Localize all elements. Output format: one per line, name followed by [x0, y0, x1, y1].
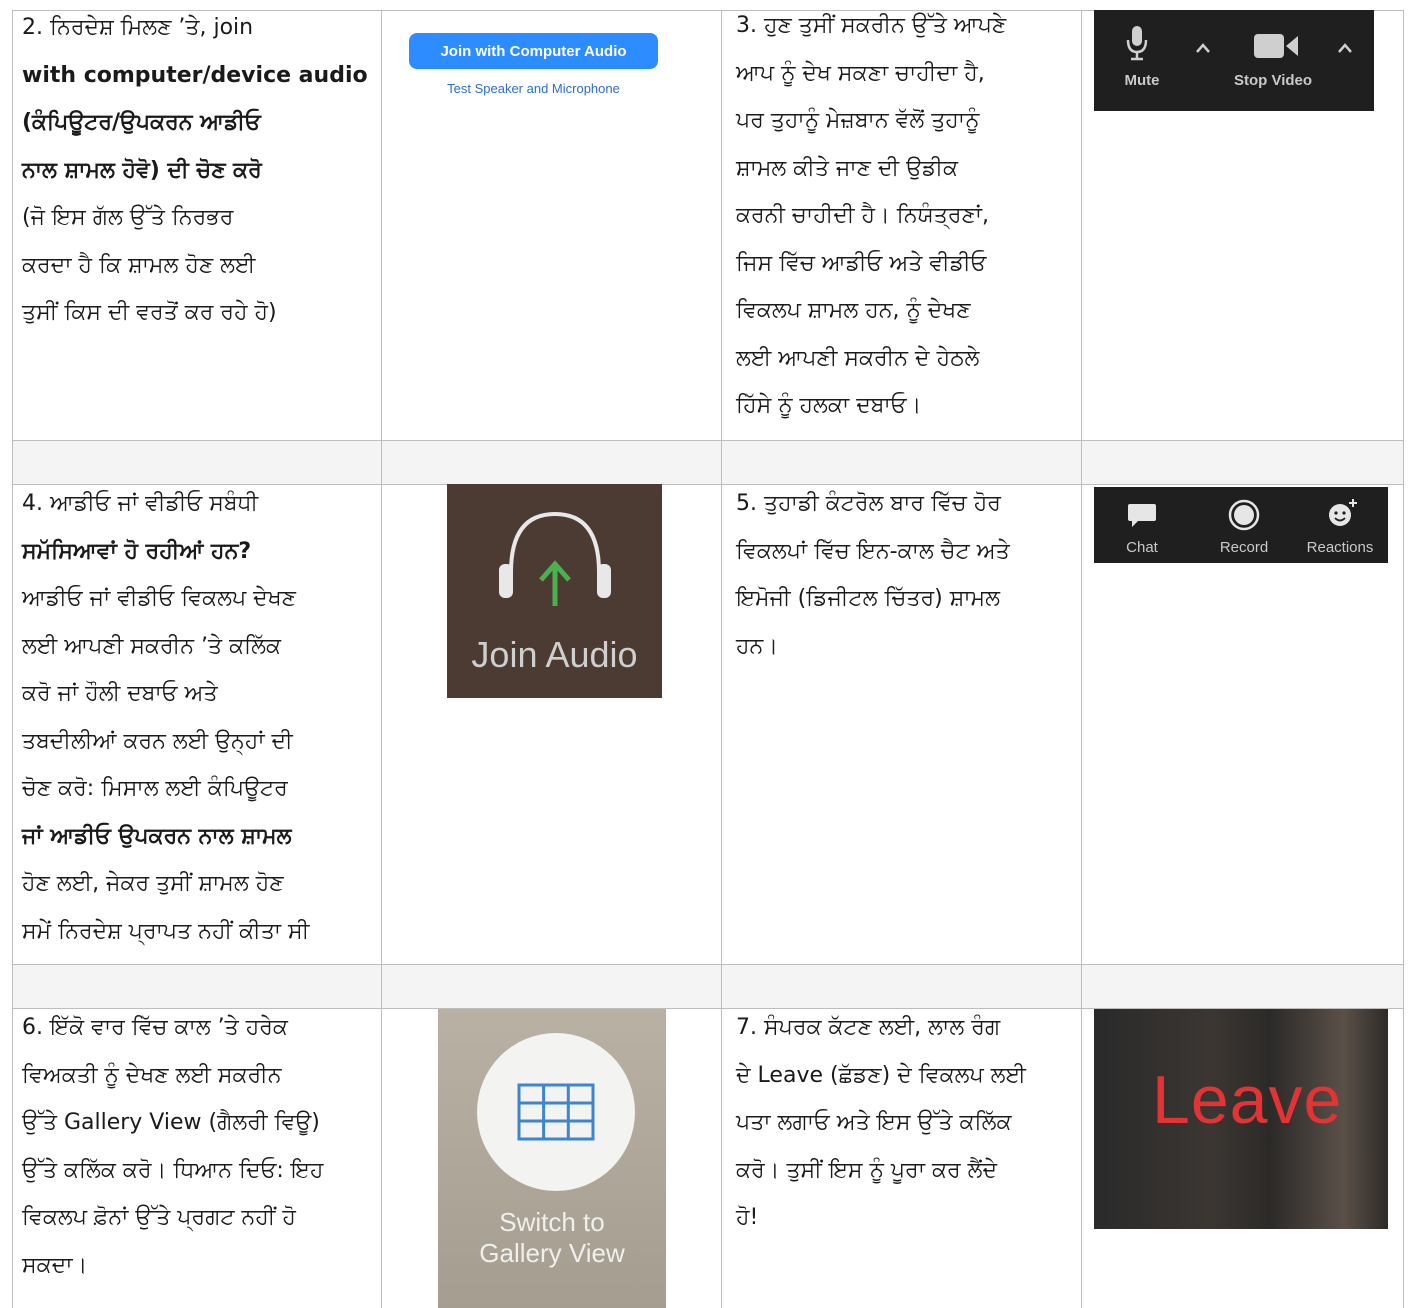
chevron-up-icon[interactable]	[1336, 42, 1354, 54]
record-button[interactable]: Record	[1204, 539, 1284, 556]
step-3-line: ਲਈ ਆਪਣੀ ਸਕਰੀਨ ਦੇ ਹੇਠਲੇ	[736, 345, 980, 371]
step-6-line: ਵਿਕਲਪ ਫ਼ੋਨਾਂ ਉੱਤੇ ਪ੍ਰਗਟ ਨਹੀਂ ਹੋ	[22, 1205, 296, 1230]
step-2-line: ਨਾਲ ਸ਼ਾਮਲ ਹੋਵੋ) ਦੀ ਚੋਣ ਕਰੋ	[22, 157, 262, 183]
step-2-line: ਤੁਸੀਂ ਕਿਸ ਦੀ ਵਰਤੋਂ ਕਰ ਰਹੇ ਹੋ)	[22, 300, 277, 325]
step-4-line: ਤਬਦੀਲੀਆਂ ਕਰਨ ਲਈ ਉਨ੍ਹਾਂ ਦੀ	[22, 728, 293, 754]
reactions-button[interactable]: Reactions	[1294, 539, 1386, 556]
stop-video-button[interactable]: Stop Video	[1218, 72, 1328, 89]
join-audio-image: Join Audio	[447, 484, 662, 698]
step-4-line: ਹੋਣ ਲਈ, ਜੇਕਰ ਤੁਸੀਂ ਸ਼ਾਮਲ ਹੋਣ	[22, 871, 284, 896]
step-3-line: ਕਰਨੀ ਚਾਹੀਦੀ ਹੈ। ਨਿਯੰਤ੍ਰਣਾਂ,	[736, 203, 990, 228]
table-spacer-row	[12, 440, 1404, 484]
chevron-up-icon[interactable]	[1194, 42, 1212, 54]
step-3-line: 3. ਹੁਣ ਤੁਸੀਂ ਸਕਰੀਨ ਉੱਤੇ ਆਪਣੇ	[736, 13, 1007, 38]
headphones-icon[interactable]	[493, 502, 617, 612]
step-3-line: ਪਰ ਤੁਹਾਨੂੰ ਮੇਜ਼ਬਾਨ ਵੱਲੋਂ ਤੁਹਾਨੂੰ	[736, 108, 980, 133]
table-border	[721, 10, 722, 1308]
step-3-line: ਆਪ ਨੂੰ ਦੇਖ ਸਕਣਾ ਚਾਹੀਦਾ ਹੈ,	[736, 60, 985, 86]
step-6-line: ਉੱਤੇ ਕਲਿੱਕ ਕਰੋ। ਧਿਆਨ ਦਿਓ: ਇਹ	[22, 1157, 324, 1183]
step-6-text: 6. ਇੱਕੋ ਵਾਰ ਵਿੱਚ ਕਾਲ ’ਤੇ ਹਰੇਕ ਵਿਅਕਤੀ ਨੂੰ…	[22, 1004, 323, 1289]
step-2-line: with computer/device audio	[22, 62, 368, 88]
join-computer-audio-button[interactable]: Join with Computer Audio	[409, 33, 658, 69]
step-4-line: ਜਾਂ ਆਡੀਓ ਉਪਕਰਨ ਨਾਲ ਸ਼ਾਮਲ	[22, 823, 292, 849]
controls-bar-image: Chat Record Reactions	[1094, 487, 1388, 563]
step-6-line: 6. ਇੱਕੋ ਵਾਰ ਵਿੱਚ ਕਾਲ ’ਤੇ ਹਰੇਕ	[22, 1015, 288, 1040]
step-3-line: ਹਿੱਸੇ ਨੂੰ ਹਲਕਾ ਦਬਾਓ।	[736, 393, 922, 418]
step-7-line: ਪਤਾ ਲਗਾਓ ਅਤੇ ਇਸ ਉੱਤੇ ਕਲਿੱਕ	[736, 1110, 1012, 1135]
video-camera-icon[interactable]	[1252, 32, 1300, 60]
step-2-line: 2. ਨਿਰਦੇਸ਼ ਮਿਲਣ ’ਤੇ, join	[22, 15, 254, 40]
record-icon[interactable]	[1227, 498, 1261, 532]
table-border	[381, 10, 382, 1308]
table-spacer-row	[12, 964, 1404, 1008]
table-border	[12, 964, 1404, 965]
mute-video-bar-image: Mute Stop Video	[1094, 10, 1374, 111]
step-6-line: ਵਿਅਕਤੀ ਨੂੰ ਦੇਖਣ ਲਈ ਸਕਰੀਨ	[22, 1062, 282, 1088]
test-speaker-link[interactable]: Test Speaker and Microphone	[409, 81, 658, 96]
step-7-line: ਹੋ!	[736, 1205, 759, 1230]
step-4-line: ਚੋਣ ਕਰੋ: ਮਿਸਾਲ ਲਈ ਕੰਪਿਊਟਰ	[22, 776, 288, 801]
join-audio-label[interactable]: Join Audio	[447, 634, 662, 676]
reactions-icon[interactable]	[1326, 497, 1360, 529]
step-6-line: ਉੱਤੇ Gallery View (ਗੈਲਰੀ ਵਿਊ)	[22, 1110, 320, 1135]
step-3-line: ਵਿਕਲਪ ਸ਼ਾਮਲ ਹਨ, ਨੂੰ ਦੇਖਣ	[736, 298, 971, 323]
microphone-icon[interactable]	[1124, 24, 1150, 64]
table-border	[12, 10, 13, 1308]
table-border	[1081, 10, 1082, 1308]
step-4-line: ਸਮੇਂ ਨਿਰਦੇਸ਼ ਪ੍ਰਾਪਤ ਨਹੀਂ ਕੀਤਾ ਸੀ	[22, 918, 310, 944]
instruction-table: 2. ਨਿਰਦੇਸ਼ ਮਿਲਣ ’ਤੇ, join with computer/…	[0, 0, 1412, 1308]
step-5-text: 5. ਤੁਹਾਡੀ ਕੰਟਰੋਲ ਬਾਰ ਵਿੱਚ ਹੋਰ ਵਿਕਲਪਾਂ ਵਿ…	[736, 480, 1010, 670]
step-4-line: 4. ਆਡੀਓ ਜਾਂ ਵੀਡੀਓ ਸਬੰਧੀ	[22, 491, 259, 516]
step-4-line: ਲਈ ਆਪਣੀ ਸਕਰੀਨ ’ਤੇ ਕਲਿੱਕ	[22, 633, 282, 659]
step-2-line: ਕਰਦਾ ਹੈ ਕਿ ਸ਼ਾਮਲ ਹੋਣ ਲਈ	[22, 252, 256, 278]
chat-icon[interactable]	[1126, 501, 1158, 529]
table-border	[1403, 10, 1404, 1308]
table-border	[12, 440, 1404, 441]
step-7-text: 7. ਸੰਪਰਕ ਕੱਟਣ ਲਈ, ਲਾਲ ਰੰਗ ਦੇ Leave (ਛੱਡਣ…	[736, 1004, 1026, 1242]
step-7-line: 7. ਸੰਪਰਕ ਕੱਟਣ ਲਈ, ਲਾਲ ਰੰਗ	[736, 1015, 1001, 1040]
leave-image: Leave	[1094, 1009, 1388, 1229]
step-3-line: ਜਿਸ ਵਿੱਚ ਆਡੀਓ ਅਤੇ ਵੀਡੀਓ	[736, 250, 987, 276]
step-4-line: ਸਮੱਸਿਆਵਾਂ ਹੋ ਰਹੀਆਂ ਹਨ?	[22, 538, 252, 564]
join-computer-audio-image: Join with Computer Audio Test Speaker an…	[409, 33, 658, 103]
grid-icon	[517, 1083, 595, 1141]
mute-button[interactable]: Mute	[1102, 72, 1182, 89]
step-3-line: ਸ਼ਾਮਲ ਕੀਤੇ ਜਾਣ ਦੀ ਉਡੀਕ	[736, 155, 958, 181]
chat-button[interactable]: Chat	[1110, 539, 1174, 556]
step-3-text: 3. ਹੁਣ ਤੁਸੀਂ ਸਕਰੀਨ ਉੱਤੇ ਆਪਣੇ ਆਪ ਨੂੰ ਦੇਖ …	[736, 2, 1006, 430]
gallery-button[interactable]	[477, 1033, 635, 1191]
leave-button[interactable]: Leave	[1152, 1061, 1342, 1139]
step-5-line: 5. ਤੁਹਾਡੀ ਕੰਟਰੋਲ ਬਾਰ ਵਿੱਚ ਹੋਰ	[736, 491, 1001, 516]
step-7-line: ਦੇ Leave (ਛੱਡਣ) ਦੇ ਵਿਕਲਪ ਲਈ	[736, 1062, 1026, 1088]
step-6-line: ਸਕਦਾ।	[22, 1252, 88, 1278]
step-5-line: ਇਮੋਜੀ (ਡਿਜੀਟਲ ਚਿੱਤਰ) ਸ਼ਾਮਲ	[736, 586, 1000, 611]
gallery-view-image: Switch to Gallery View	[438, 1009, 666, 1308]
step-4-text: 4. ਆਡੀਓ ਜਾਂ ਵੀਡੀਓ ਸਬੰਧੀ ਸਮੱਸਿਆਵਾਂ ਹੋ ਰਹੀ…	[22, 480, 309, 955]
gallery-view-label[interactable]: Switch to Gallery View	[438, 1207, 666, 1269]
step-2-line: (ਕੰਪਿਊਟਰ/ਉਪਕਰਨ ਆਡੀਓ	[22, 110, 261, 135]
step-4-line: ਕਰੋ ਜਾਂ ਹੌਲੀ ਦਬਾਓ ਅਤੇ	[22, 681, 218, 706]
step-2-line: (ਜੋ ਇਸ ਗੱਲ ਉੱਤੇ ਨਿਰਭਰ	[22, 205, 234, 230]
step-2-text: 2. ਨਿਰਦੇਸ਼ ਮਿਲਣ ’ਤੇ, join with computer/…	[22, 4, 368, 337]
step-7-line: ਕਰੋ। ਤੁਸੀਂ ਇਸ ਨੂੰ ਪੂਰਾ ਕਰ ਲੈਂਦੇ	[736, 1157, 998, 1183]
step-4-line: ਆਡੀਓ ਜਾਂ ਵੀਡੀਓ ਵਿਕਲਪ ਦੇਖਣ	[22, 586, 296, 611]
step-5-line: ਹਨ।	[736, 633, 779, 659]
step-5-line: ਵਿਕਲਪਾਂ ਵਿੱਚ ਇਨ-ਕਾਲ ਚੈਟ ਅਤੇ	[736, 538, 1010, 564]
